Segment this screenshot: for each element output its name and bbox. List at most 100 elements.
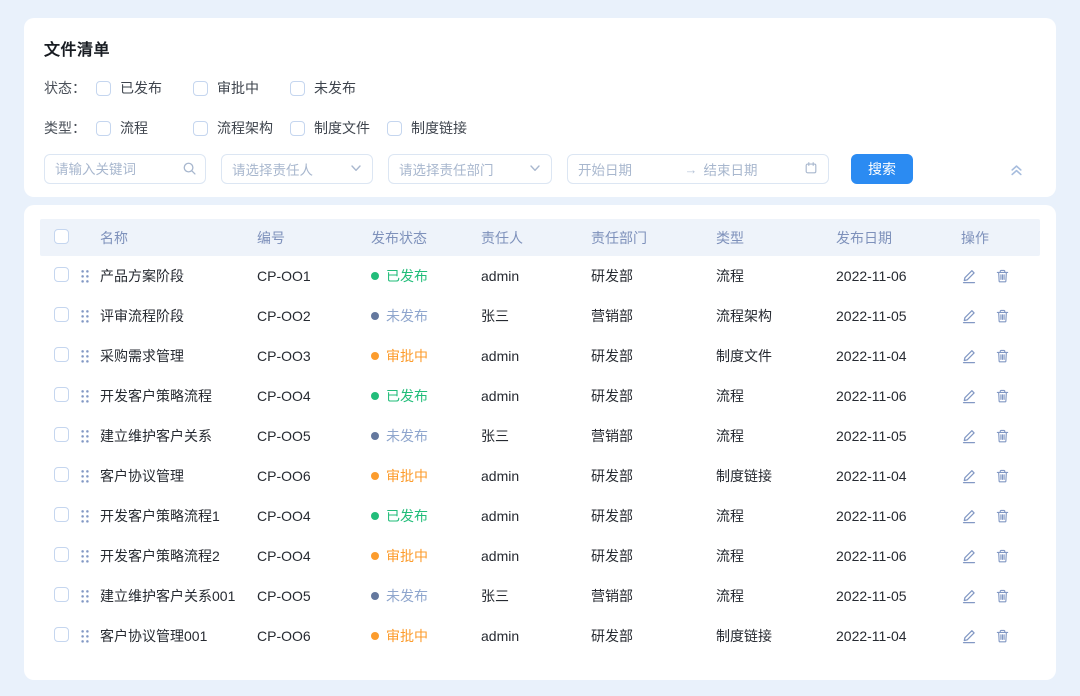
edit-icon[interactable]	[961, 548, 977, 564]
delete-icon[interactable]	[995, 428, 1010, 444]
checkbox[interactable]	[193, 81, 208, 96]
row-type: 流程	[716, 386, 836, 406]
row-date: 2022-11-05	[836, 428, 961, 444]
drag-handle-icon[interactable]	[80, 429, 100, 444]
edit-icon[interactable]	[961, 588, 977, 604]
row-code: CP-OO4	[257, 508, 371, 524]
status-dot-icon	[371, 472, 379, 480]
drag-handle-icon[interactable]	[80, 549, 100, 564]
checkbox-label: 已发布	[120, 78, 162, 98]
row-code: CP-OO6	[257, 628, 371, 644]
row-checkbox[interactable]	[54, 627, 69, 642]
row-checkbox[interactable]	[54, 347, 69, 362]
row-checkbox[interactable]	[54, 467, 69, 482]
table-row: 建立维护客户关系001 CP-OO5 未发布 张三 营销部 流程 2022-11…	[40, 576, 1040, 616]
column-header-person: 责任人	[481, 228, 591, 248]
row-checkbox[interactable]	[54, 587, 69, 602]
row-type: 制度链接	[716, 626, 836, 646]
keyword-search-field	[44, 154, 206, 184]
delete-icon[interactable]	[995, 548, 1010, 564]
filter-checkbox-item[interactable]: 制度链接	[387, 118, 484, 138]
delete-icon[interactable]	[995, 268, 1010, 284]
status-badge: 已发布	[371, 266, 428, 286]
status-dot-icon	[371, 312, 379, 320]
column-header-code: 编号	[257, 228, 371, 248]
delete-icon[interactable]	[995, 388, 1010, 404]
row-checkbox[interactable]	[54, 427, 69, 442]
filter-checkbox-item[interactable]: 审批中	[193, 78, 290, 98]
delete-icon[interactable]	[995, 508, 1010, 524]
row-checkbox[interactable]	[54, 307, 69, 322]
row-date: 2022-11-05	[836, 588, 961, 604]
status-text: 已发布	[386, 386, 428, 406]
filter-checkbox-item[interactable]: 流程	[96, 118, 193, 138]
table-body: 产品方案阶段 CP-OO1 已发布 admin 研发部 流程 2022-11-0…	[40, 256, 1040, 656]
edit-icon[interactable]	[961, 388, 977, 404]
row-type: 流程	[716, 266, 836, 286]
delete-icon[interactable]	[995, 308, 1010, 324]
row-person: admin	[481, 268, 591, 284]
dept-select[interactable]: 请选择责任部门	[388, 154, 552, 184]
delete-icon[interactable]	[995, 588, 1010, 604]
drag-handle-icon[interactable]	[80, 589, 100, 604]
delete-icon[interactable]	[995, 468, 1010, 484]
edit-icon[interactable]	[961, 268, 977, 284]
delete-icon[interactable]	[995, 628, 1010, 644]
date-start-placeholder: 开始日期	[578, 159, 679, 179]
drag-handle-icon[interactable]	[80, 629, 100, 644]
drag-handle-icon[interactable]	[80, 309, 100, 324]
checkbox[interactable]	[290, 81, 305, 96]
row-code: CP-OO2	[257, 308, 371, 324]
checkbox[interactable]	[193, 121, 208, 136]
checkbox[interactable]	[96, 81, 111, 96]
status-badge: 已发布	[371, 386, 428, 406]
row-date: 2022-11-05	[836, 308, 961, 324]
edit-icon[interactable]	[961, 468, 977, 484]
edit-icon[interactable]	[961, 308, 977, 324]
checkbox-label: 制度文件	[314, 118, 370, 138]
row-checkbox[interactable]	[54, 547, 69, 562]
drag-handle-icon[interactable]	[80, 469, 100, 484]
row-checkbox[interactable]	[54, 507, 69, 522]
filter-checkbox-item[interactable]: 制度文件	[290, 118, 387, 138]
edit-icon[interactable]	[961, 508, 977, 524]
checkbox[interactable]	[290, 121, 305, 136]
date-range-picker[interactable]: 开始日期 → 结束日期	[567, 154, 829, 184]
checkbox-label: 流程	[120, 118, 148, 138]
edit-icon[interactable]	[961, 428, 977, 444]
column-header-dept: 责任部门	[591, 228, 716, 248]
status-text: 审批中	[386, 546, 428, 566]
row-type: 制度链接	[716, 466, 836, 486]
select-all-checkbox[interactable]	[54, 229, 69, 244]
row-person: admin	[481, 468, 591, 484]
delete-icon[interactable]	[995, 348, 1010, 364]
drag-handle-icon[interactable]	[80, 349, 100, 364]
edit-icon[interactable]	[961, 628, 977, 644]
drag-handle-icon[interactable]	[80, 389, 100, 404]
filter-checkbox-item[interactable]: 已发布	[96, 78, 193, 98]
row-checkbox[interactable]	[54, 267, 69, 282]
row-type: 流程	[716, 426, 836, 446]
status-badge: 审批中	[371, 546, 428, 566]
row-type: 流程	[716, 546, 836, 566]
checkbox[interactable]	[387, 121, 402, 136]
drag-handle-icon[interactable]	[80, 269, 100, 284]
row-checkbox[interactable]	[54, 387, 69, 402]
row-code: CP-OO3	[257, 348, 371, 364]
row-person: admin	[481, 628, 591, 644]
filter-checkbox-item[interactable]: 未发布	[290, 78, 387, 98]
status-badge: 已发布	[371, 506, 428, 526]
column-header-type: 类型	[716, 228, 836, 248]
status-filter-label: 状态：	[44, 78, 96, 98]
row-code: CP-OO5	[257, 428, 371, 444]
status-badge: 审批中	[371, 626, 428, 646]
drag-handle-icon[interactable]	[80, 509, 100, 524]
status-badge: 未发布	[371, 306, 428, 326]
search-button[interactable]: 搜索	[851, 154, 913, 184]
row-type: 制度文件	[716, 346, 836, 366]
collapse-filters-icon[interactable]	[1009, 162, 1024, 177]
edit-icon[interactable]	[961, 348, 977, 364]
person-select[interactable]: 请选择责任人	[221, 154, 373, 184]
checkbox[interactable]	[96, 121, 111, 136]
filter-checkbox-item[interactable]: 流程架构	[193, 118, 290, 138]
